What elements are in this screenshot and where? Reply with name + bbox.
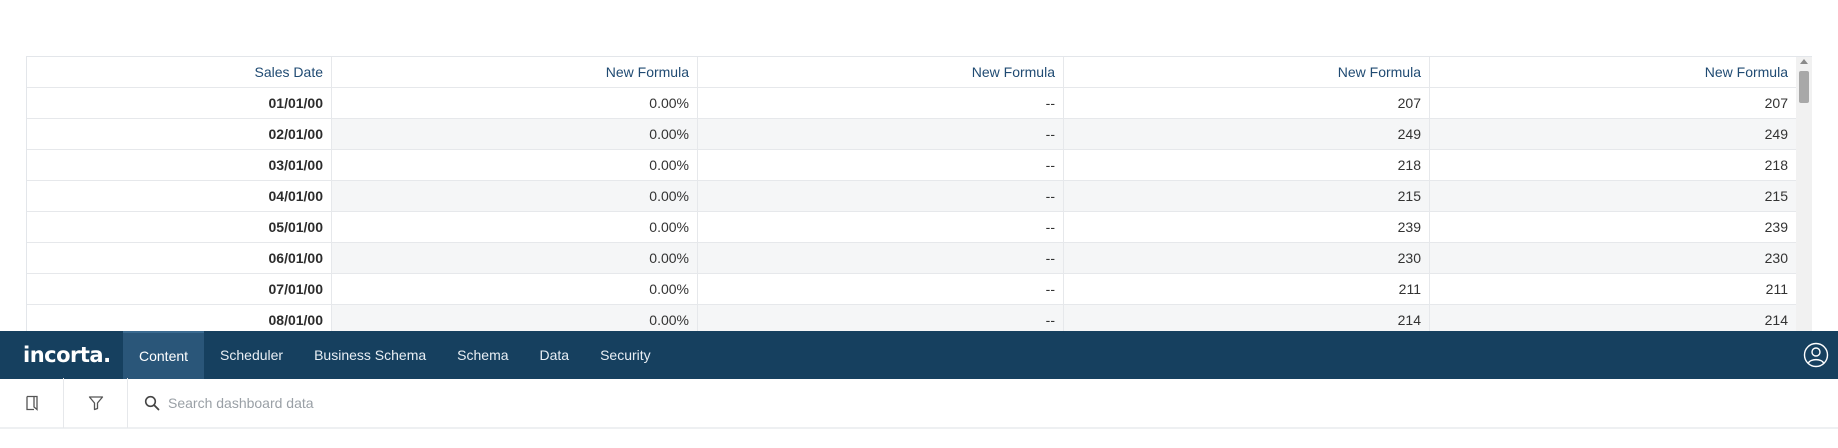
nav-tab-content[interactable]: Content [123, 331, 205, 379]
table-row[interactable]: 06/01/00 0.00% -- 230 230 [27, 243, 1797, 274]
table-row[interactable]: 02/01/00 0.00% -- 249 249 [27, 119, 1797, 150]
row-header-cell[interactable]: 05/01/00 [27, 212, 332, 242]
column-header-new-formula-1[interactable]: New Formula [332, 57, 698, 87]
table-row[interactable]: 08/01/00 0.00% -- 214 214 [27, 305, 1797, 331]
table-cell[interactable]: 214 [1430, 305, 1796, 331]
table-row[interactable]: 03/01/00 0.00% -- 218 218 [27, 150, 1797, 181]
row-header-cell[interactable]: 01/01/00 [27, 88, 332, 118]
table-body: 01/01/00 0.00% -- 207 207 02/01/00 0.00% -- 249 2… [27, 88, 1797, 331]
table-cell[interactable]: 0.00% [332, 305, 698, 331]
table-row[interactable]: 01/01/00 0.00% -- 207 207 [27, 88, 1797, 119]
table-grid: Sales Date New Formula New Formula New F… [27, 57, 1797, 331]
table-cell[interactable]: 211 [1064, 274, 1430, 304]
row-header-cell[interactable]: 08/01/00 [27, 305, 332, 331]
table-cell[interactable]: 249 [1064, 119, 1430, 149]
column-header-new-formula-3[interactable]: New Formula [1064, 57, 1430, 87]
table-row[interactable]: 07/01/00 0.00% -- 211 211 [27, 274, 1797, 305]
row-header-cell[interactable]: 02/01/00 [27, 119, 332, 149]
table-cell[interactable]: 230 [1430, 243, 1796, 273]
table-cell[interactable]: -- [698, 150, 1064, 180]
table-cell[interactable]: 211 [1430, 274, 1796, 304]
row-header-cell[interactable]: 07/01/00 [27, 274, 332, 304]
table-cell[interactable]: 218 [1430, 150, 1796, 180]
table-cell[interactable]: 215 [1064, 181, 1430, 211]
table-header-row: Sales Date New Formula New Formula New F… [27, 57, 1797, 88]
table-row[interactable]: 04/01/00 0.00% -- 215 215 [27, 181, 1797, 212]
table-cell[interactable]: 0.00% [332, 212, 698, 242]
table-cell[interactable]: 239 [1430, 212, 1796, 242]
nav-tab-schema[interactable]: Schema [442, 331, 523, 379]
search-box [128, 379, 1838, 427]
table-cell[interactable]: 0.00% [332, 274, 698, 304]
incorta-logo[interactable]: incorta. [0, 343, 123, 367]
column-header-sales-date[interactable]: Sales Date [27, 57, 332, 87]
nav-tab-business-schema[interactable]: Business Schema [299, 331, 441, 379]
row-header-cell[interactable]: 06/01/00 [27, 243, 332, 273]
filter-icon [88, 396, 103, 411]
table-cell[interactable]: -- [698, 119, 1064, 149]
table-cell[interactable]: 249 [1430, 119, 1796, 149]
table-cell[interactable]: 0.00% [332, 150, 698, 180]
table-cell[interactable]: -- [698, 88, 1064, 118]
row-header-cell[interactable]: 03/01/00 [27, 150, 332, 180]
search-icon [144, 395, 160, 411]
table-cell[interactable]: 214 [1064, 305, 1430, 331]
table-cell[interactable]: 239 [1064, 212, 1430, 242]
table-cell[interactable]: -- [698, 243, 1064, 273]
table-cell[interactable]: 207 [1064, 88, 1430, 118]
table-cell[interactable]: -- [698, 274, 1064, 304]
user-profile-icon[interactable] [1803, 342, 1829, 368]
table-row[interactable]: 05/01/00 0.00% -- 239 239 [27, 212, 1797, 243]
table-cell[interactable]: 207 [1430, 88, 1796, 118]
vertical-scrollbar[interactable] [1796, 57, 1812, 331]
bookmark-icon [25, 395, 38, 411]
table-cell[interactable]: 218 [1064, 150, 1430, 180]
top-navigation-bar: incorta. Content Scheduler Business Sche… [0, 331, 1838, 379]
scroll-up-arrow-icon[interactable] [1800, 59, 1808, 64]
bookmark-button[interactable] [0, 378, 64, 428]
nav-tab-security[interactable]: Security [585, 331, 666, 379]
table-cell[interactable]: 230 [1064, 243, 1430, 273]
table-cell[interactable]: 0.00% [332, 181, 698, 211]
table-cell[interactable]: 0.00% [332, 243, 698, 273]
row-header-cell[interactable]: 04/01/00 [27, 181, 332, 211]
table-cell[interactable]: 0.00% [332, 119, 698, 149]
column-header-new-formula-4[interactable]: New Formula [1430, 57, 1796, 87]
column-header-new-formula-2[interactable]: New Formula [698, 57, 1064, 87]
search-dashboard-input[interactable] [166, 394, 566, 412]
nav-tab-data[interactable]: Data [525, 331, 585, 379]
scrollbar-thumb[interactable] [1799, 71, 1809, 103]
table-cell[interactable]: 0.00% [332, 88, 698, 118]
table-cell[interactable]: -- [698, 181, 1064, 211]
table-cell[interactable]: 215 [1430, 181, 1796, 211]
nav-tab-scheduler[interactable]: Scheduler [205, 331, 298, 379]
table-cell[interactable]: -- [698, 212, 1064, 242]
dashboard-toolbar [0, 378, 1838, 429]
pivot-table: Sales Date New Formula New Formula New F… [26, 56, 1812, 331]
filter-button[interactable] [64, 378, 128, 428]
table-cell[interactable]: -- [698, 305, 1064, 331]
